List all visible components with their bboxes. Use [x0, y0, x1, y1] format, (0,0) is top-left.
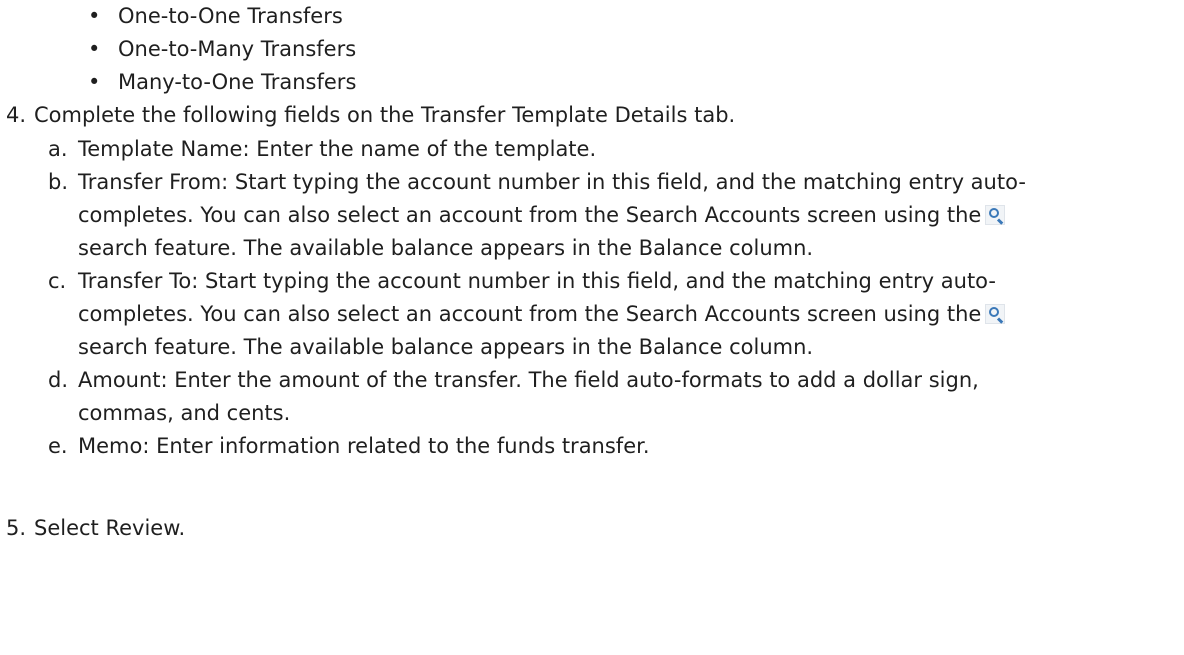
substep-letter: e.	[48, 434, 68, 458]
search-icon	[985, 205, 1006, 225]
substep-line: Memo: Enter information related to the f…	[78, 434, 650, 458]
substep-line: Template Name: Enter the name of the tem…	[78, 137, 597, 161]
substep-letter: b.	[48, 170, 69, 194]
bullet-text: One-to-Many Transfers	[118, 37, 357, 61]
substep-letter: d.	[48, 368, 69, 392]
bullet-text: Many-to-One Transfers	[118, 70, 357, 94]
step-text: Select Review.	[34, 516, 186, 540]
substep-line: Transfer From: Start typing the account …	[78, 170, 1026, 194]
substep-line: search feature. The available balance ap…	[78, 335, 814, 359]
step-number: 4.	[6, 103, 27, 127]
substep-letter: a.	[48, 137, 68, 161]
substep-line-with-icon: completes. You can also select an accoun…	[78, 199, 1176, 232]
substep-letter: c.	[48, 269, 67, 293]
search-icon	[985, 304, 1006, 324]
substep-line-with-icon: completes. You can also select an accoun…	[78, 298, 1176, 331]
substep-line: Amount: Enter the amount of the transfer…	[78, 368, 979, 392]
substep-line: search feature. The available balance ap…	[78, 236, 814, 260]
substep-line-text: completes. You can also select an accoun…	[78, 203, 982, 227]
bullet-mark: •	[88, 4, 101, 28]
bullet-mark: •	[88, 70, 101, 94]
step-text: Complete the following fields on the Tra…	[34, 103, 736, 127]
bullet-mark: •	[88, 37, 101, 61]
substep-line: Transfer To: Start typing the account nu…	[78, 269, 996, 293]
substep-line-text: completes. You can also select an accoun…	[78, 302, 982, 326]
bullet-text: One-to-One Transfers	[118, 4, 343, 28]
step-number: 5.	[6, 516, 27, 540]
substep-line: commas, and cents.	[78, 401, 291, 425]
